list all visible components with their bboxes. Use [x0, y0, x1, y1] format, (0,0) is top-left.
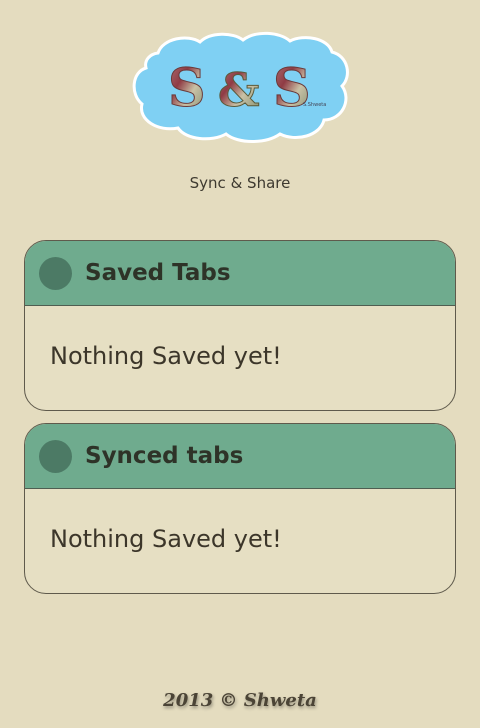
svg-text:S.Shweta: S.Shweta: [303, 102, 326, 108]
saved-tabs-panel: Saved Tabs Nothing Saved yet!: [24, 240, 456, 411]
app-subtitle: Sync & Share: [189, 174, 291, 192]
app-logo: S & S S.Shweta: [128, 28, 353, 146]
saved-tabs-title: Saved Tabs: [85, 260, 231, 286]
logo-letter-s1: S: [168, 58, 206, 119]
synced-tabs-header[interactable]: Synced tabs: [25, 424, 455, 489]
synced-tabs-empty-message: Nothing Saved yet!: [50, 525, 282, 553]
circle-icon: [39, 439, 72, 473]
saved-tabs-empty-message: Nothing Saved yet!: [50, 342, 282, 370]
circle-icon: [39, 256, 72, 290]
synced-tabs-panel: Synced tabs Nothing Saved yet!: [24, 423, 456, 594]
footer-credit: 2013 © Shweta: [163, 690, 317, 711]
synced-tabs-title: Synced tabs: [85, 443, 244, 469]
saved-tabs-header[interactable]: Saved Tabs: [25, 241, 455, 306]
logo-letter-s2: S: [273, 58, 311, 119]
logo-ampersand: &: [218, 63, 260, 117]
